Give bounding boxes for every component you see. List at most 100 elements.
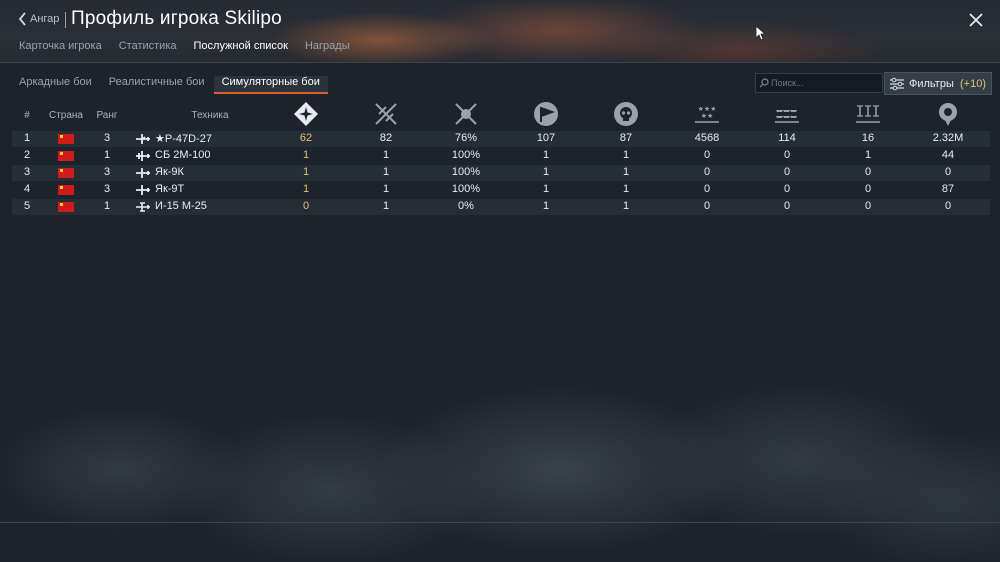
- stat-deaths: 1: [622, 200, 630, 212]
- stat-ground-kills: 0: [783, 183, 791, 195]
- tab-arcade[interactable]: Аркадные бои: [19, 76, 92, 94]
- vehicle-name: И-15 М-25: [155, 200, 207, 212]
- stat-air-kills: 0: [703, 149, 711, 161]
- stat-victories: 76%: [454, 132, 478, 144]
- victories-icon[interactable]: [453, 101, 479, 127]
- stat-victories: 100%: [451, 183, 481, 195]
- stat-victories: 0%: [458, 200, 474, 212]
- stat-air-kills: 4568: [694, 132, 720, 144]
- vehicle-name: Як-9Т: [155, 183, 185, 195]
- filters-label: Фильтры: [909, 77, 954, 90]
- stat-missions: 107: [536, 132, 556, 144]
- search-input[interactable]: [769, 78, 871, 88]
- ussr-flag-icon: [58, 185, 74, 195]
- stat-ground-kills: 0: [783, 149, 791, 161]
- page-title: Профиль игрока Skilipo: [71, 8, 282, 29]
- table-row[interactable]: 2 1 СБ 2М-100 1 1 100% 1 1 0 0 1 44: [12, 148, 990, 164]
- profile-tabs: Карточка игрока Статистика Послужной спи…: [19, 40, 367, 56]
- tab-service-record[interactable]: Послужной список: [194, 40, 288, 56]
- bomber-plane-icon: [136, 151, 150, 161]
- ussr-flag-icon: [58, 134, 74, 144]
- title-divider: [65, 12, 66, 28]
- fighter-plane-icon: [136, 185, 150, 195]
- col-num: #: [24, 110, 30, 121]
- stat-ground-kills: 0: [783, 200, 791, 212]
- stat-deaths: 87: [619, 132, 633, 144]
- ussr-flag-icon: [58, 168, 74, 178]
- tab-statistics[interactable]: Статистика: [119, 40, 177, 56]
- back-button[interactable]: Ангар: [18, 12, 59, 26]
- stat-naval-kills: 0: [864, 166, 872, 178]
- stat-victories: 100%: [451, 149, 481, 161]
- stat-missions: 1: [542, 200, 550, 212]
- naval-kills-icon[interactable]: [855, 101, 881, 127]
- tab-player-card[interactable]: Карточка игрока: [19, 40, 102, 56]
- stat-missions: 1: [542, 166, 550, 178]
- stat-naval-kills: 16: [861, 132, 875, 144]
- svg-text:★★: ★★: [701, 112, 714, 120]
- row-rank: 3: [103, 132, 111, 144]
- mode-tabs: Аркадные бои Реалистичные бои Симуляторн…: [19, 76, 345, 94]
- tab-awards[interactable]: Награды: [305, 40, 350, 56]
- tab-realistic[interactable]: Реалистичные бои: [109, 76, 205, 94]
- row-number: 4: [23, 183, 31, 195]
- air-kills-icon[interactable]: ★★★ ★★: [694, 101, 720, 127]
- stat-aces: 1: [302, 183, 310, 195]
- stat-battles: 82: [379, 132, 393, 144]
- stat-ground-kills: 0: [783, 166, 791, 178]
- footer-divider: [0, 522, 1000, 523]
- row-rank: 1: [103, 149, 111, 161]
- row-rank: 1: [103, 200, 111, 212]
- filters-count: (+10): [960, 77, 986, 90]
- battles-icon[interactable]: [373, 101, 399, 127]
- ground-kills-icon[interactable]: [774, 101, 800, 127]
- stat-missions: 1: [542, 149, 550, 161]
- stat-naval-kills: 0: [864, 183, 872, 195]
- back-label: Ангар: [30, 13, 60, 25]
- stat-aces: 1: [302, 166, 310, 178]
- stat-score: 0: [944, 166, 952, 178]
- stat-aces: 1: [302, 149, 310, 161]
- row-rank: 3: [103, 166, 111, 178]
- stat-naval-kills: 0: [864, 200, 872, 212]
- row-number: 5: [23, 200, 31, 212]
- close-icon[interactable]: [966, 10, 986, 30]
- row-number: 1: [23, 132, 31, 144]
- row-number: 2: [23, 149, 31, 161]
- stat-score: 87: [941, 183, 955, 195]
- table-row[interactable]: 5 1 И-15 М-25 0 1 0% 1 1 0 0 0 0: [12, 199, 990, 215]
- stat-aces: 62: [299, 132, 313, 144]
- sliders-icon: [890, 77, 904, 90]
- stat-battles: 1: [382, 149, 390, 161]
- skull-icon[interactable]: [613, 101, 639, 127]
- stat-aces: 0: [302, 200, 310, 212]
- stat-victories: 100%: [451, 166, 481, 178]
- mouse-cursor-icon: [755, 25, 767, 41]
- biplane-icon: [136, 202, 150, 212]
- stat-deaths: 1: [622, 166, 630, 178]
- stat-missions: 1: [542, 183, 550, 195]
- fighter-plane-icon: [136, 168, 150, 178]
- tab-simulator[interactable]: Симуляторные бои: [213, 76, 328, 94]
- stat-score: 44: [941, 149, 955, 161]
- header-bar: Ангар Профиль игрока Skilipo Карточка иг…: [0, 0, 1000, 63]
- ussr-flag-icon: [58, 202, 74, 212]
- table-row[interactable]: 1 3 ★P-47D-27 62 82 76% 107 87 4568 114 …: [12, 131, 990, 147]
- aces-icon[interactable]: [293, 101, 319, 127]
- table-row[interactable]: 4 3 Як-9Т 1 1 100% 1 1 0 0 0 87: [12, 182, 990, 198]
- score-icon[interactable]: [935, 101, 961, 127]
- flag-icon[interactable]: [533, 101, 559, 127]
- stat-score: 2.32M: [932, 132, 964, 144]
- row-number: 3: [23, 166, 31, 178]
- stat-battles: 1: [382, 166, 390, 178]
- vehicle-name: СБ 2М-100: [155, 149, 211, 161]
- vehicle-name: ★P-47D-27: [155, 133, 212, 145]
- stat-air-kills: 0: [703, 166, 711, 178]
- search-box[interactable]: [755, 73, 883, 93]
- stat-score: 0: [944, 200, 952, 212]
- filters-button[interactable]: Фильтры (+10): [884, 72, 992, 95]
- chevron-left-icon: [18, 12, 26, 26]
- table-row[interactable]: 3 3 Як-9К 1 1 100% 1 1 0 0 0 0: [12, 165, 990, 181]
- stat-deaths: 1: [622, 183, 630, 195]
- col-rank: Ранг: [96, 110, 118, 121]
